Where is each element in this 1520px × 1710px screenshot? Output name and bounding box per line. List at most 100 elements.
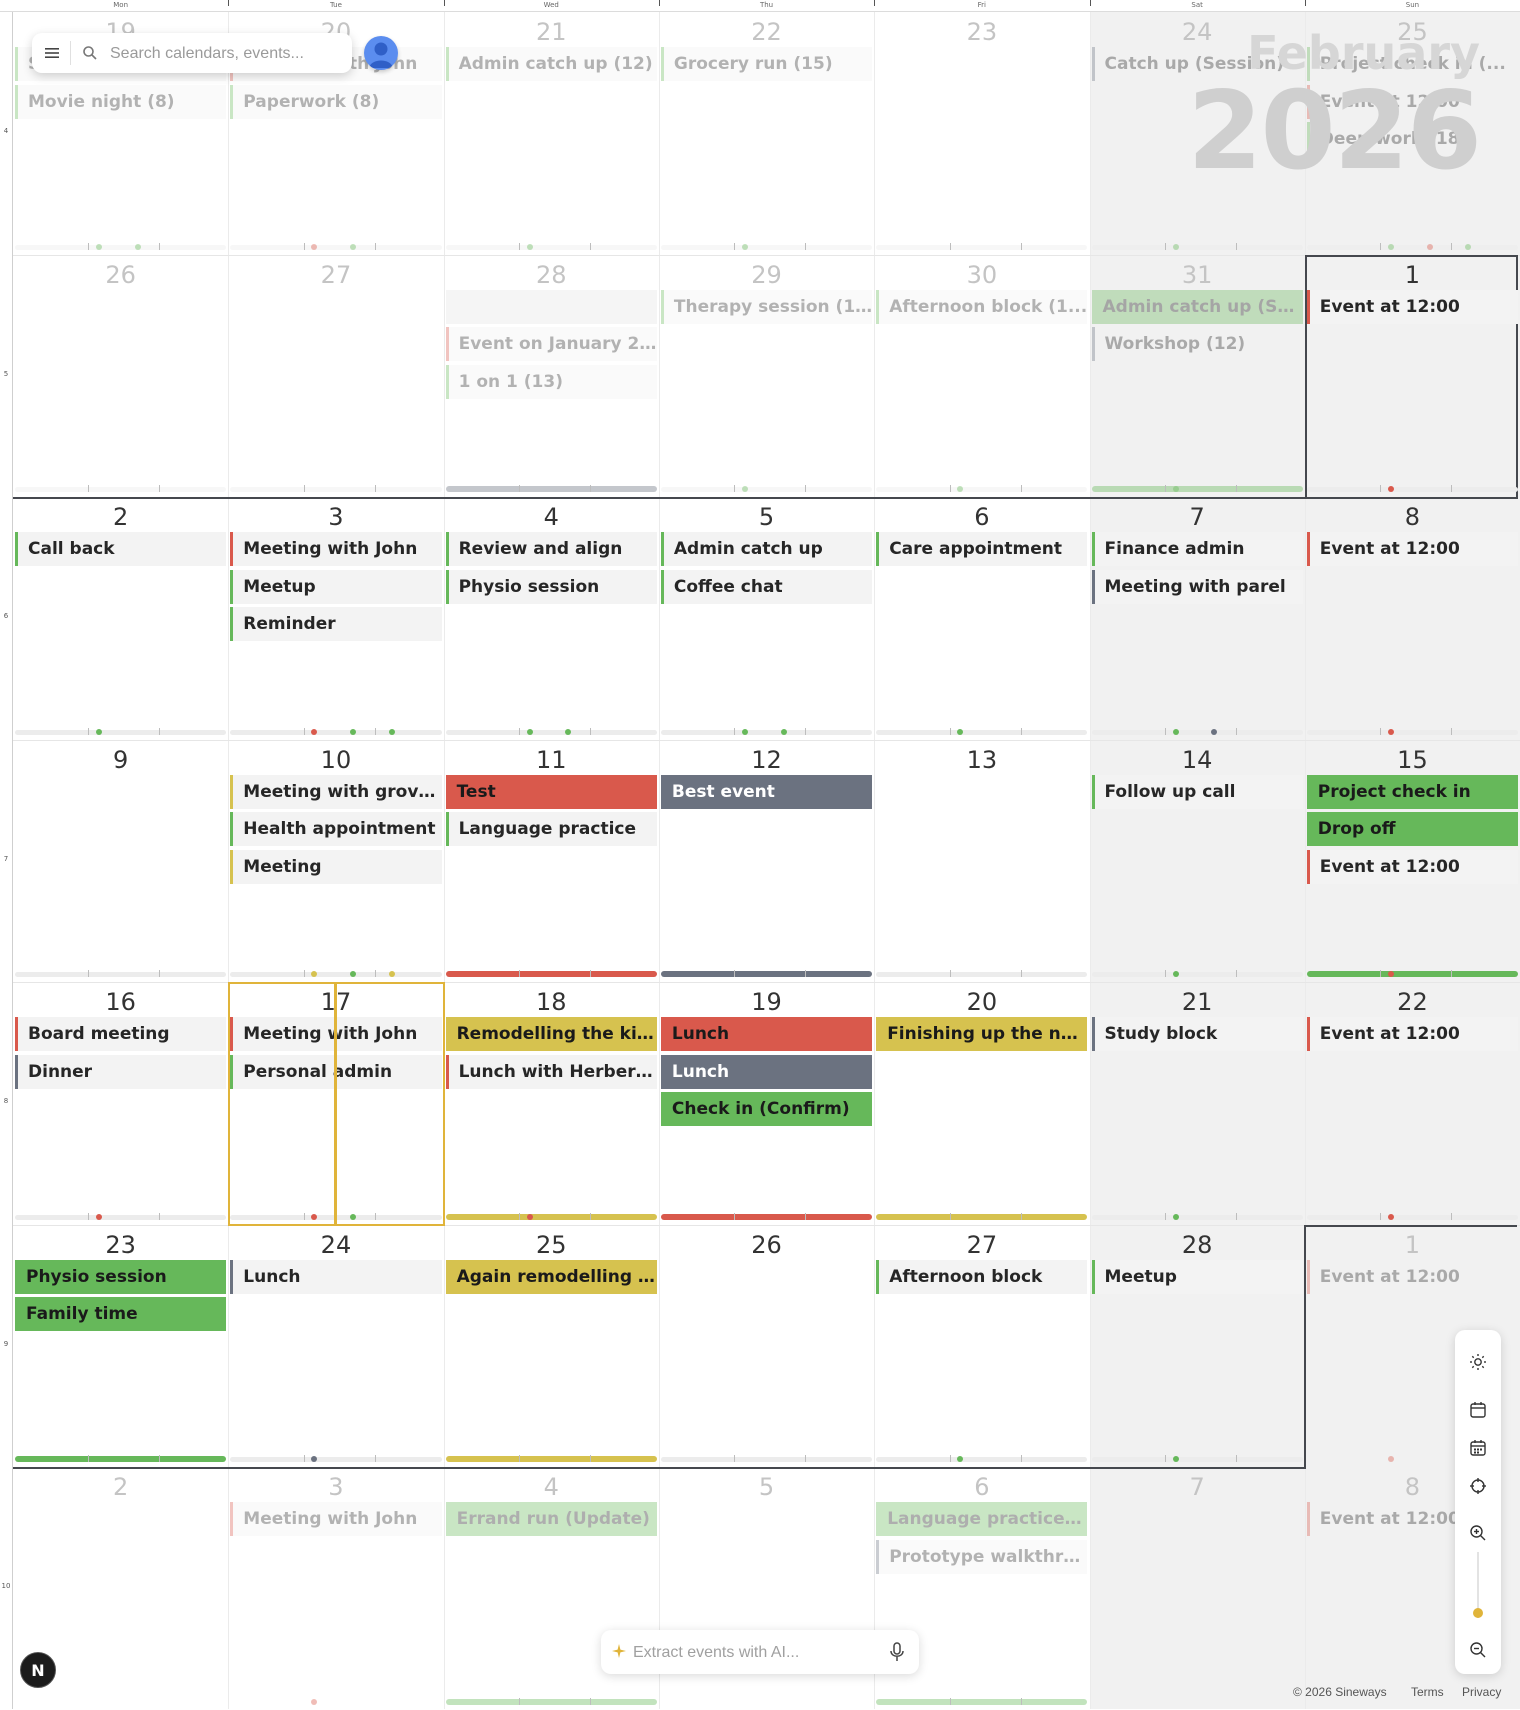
event-chip[interactable]: Lunch — [660, 1017, 873, 1051]
day-cell[interactable]: 4 Review and align Physio session — [444, 497, 659, 740]
day-cell[interactable]: 14 Follow up call — [1090, 740, 1305, 983]
calendar-grid-icon[interactable] — [1468, 1438, 1488, 1458]
day-cell[interactable]: 13 — [874, 740, 1089, 983]
zoom-out-icon[interactable] — [1468, 1640, 1488, 1660]
event-chip[interactable]: Afternoon block — [876, 1259, 1088, 1294]
day-cell[interactable]: 5 Admin catch up Coffee chat — [659, 497, 874, 740]
day-cell[interactable]: 21 Admin catch up (12) — [444, 12, 659, 255]
day-cell[interactable]: 10 Meeting with grove... Health appointmen… — [228, 740, 443, 983]
event-chip[interactable]: 1 on 1 (13) — [445, 364, 657, 399]
event-chip[interactable]: Meeting with John — [230, 532, 442, 566]
event-chip[interactable]: Admin catch up — [660, 532, 873, 566]
event-chip[interactable]: Admin catch up (12) — [445, 47, 657, 81]
day-cell[interactable]: 1 Event at 12:00 — [1305, 255, 1520, 498]
event-chip[interactable]: Check in (Confirm) — [660, 1092, 873, 1127]
search-input[interactable] — [108, 41, 344, 67]
day-cell[interactable]: 25 Again remodelling t... — [444, 1225, 659, 1468]
event-chip[interactable]: Call back — [15, 532, 227, 566]
day-cell[interactable]: 3 Meeting with John — [228, 1467, 443, 1710]
day-cell[interactable]: 11 Test Language practice — [444, 740, 659, 983]
day-cell[interactable]: 21 Study block — [1090, 982, 1305, 1225]
event-chip[interactable]: Event on January 2... — [445, 327, 657, 362]
day-cell[interactable]: 26 — [659, 1225, 874, 1468]
day-cell[interactable]: 19 Lunch Lunch Check in (Confirm) — [659, 982, 874, 1225]
day-cell[interactable]: 28 Meetup — [1090, 1225, 1305, 1468]
event-chip[interactable]: Admin catch up (Ses... — [1091, 289, 1303, 324]
event-chip[interactable]: Paperwork (8) — [230, 84, 442, 119]
event-chip[interactable]: Movie night (8) — [15, 84, 227, 119]
day-cell[interactable]: 27 Afternoon block — [874, 1225, 1089, 1468]
event-chip[interactable]: Lunch — [660, 1054, 873, 1089]
app-badge[interactable]: N — [20, 1652, 56, 1688]
menu-icon[interactable] — [44, 45, 60, 61]
day-cell[interactable]: 23 — [874, 12, 1089, 255]
event-chip[interactable] — [445, 289, 657, 324]
event-chip[interactable]: Finishing up the ne... — [876, 1017, 1088, 1051]
event-chip[interactable]: Study block — [1091, 1017, 1303, 1051]
event-chip[interactable]: Again remodelling t... — [445, 1259, 657, 1294]
event-chip[interactable]: Test — [445, 774, 657, 809]
event-chip[interactable]: Meeting with parel — [1091, 569, 1303, 604]
event-chip[interactable]: Meetup — [1091, 1259, 1303, 1294]
event-chip[interactable]: Family time — [15, 1297, 227, 1332]
event-chip[interactable]: Drop off — [1306, 812, 1519, 847]
zoom-in-icon[interactable] — [1468, 1523, 1488, 1543]
day-cell[interactable]: 7 — [1090, 1467, 1305, 1710]
event-chip[interactable]: Lunch — [230, 1259, 442, 1294]
event-chip[interactable]: Meeting — [230, 849, 442, 884]
day-cell[interactable]: 3 Meeting with John Meetup Reminder — [228, 497, 443, 740]
privacy-link[interactable]: Privacy — [1462, 1685, 1501, 1699]
event-chip[interactable]: Physio session — [445, 569, 657, 604]
event-chip[interactable]: Language practice — [445, 812, 657, 847]
event-chip[interactable]: Follow up call — [1091, 774, 1303, 809]
event-chip[interactable]: Errand run (Update) — [445, 1502, 657, 1536]
day-cell[interactable]: 6 Care appointment — [874, 497, 1089, 740]
event-chip[interactable]: Finance admin — [1091, 532, 1303, 566]
day-cell[interactable]: 16 Board meeting Dinner — [13, 982, 228, 1225]
day-cell[interactable]: 22 Event at 12:00 — [1305, 982, 1520, 1225]
event-chip[interactable]: Meeting with grove... — [230, 774, 442, 809]
day-cell[interactable]: 2 Call back — [13, 497, 228, 740]
event-chip[interactable]: Language practice (... — [876, 1502, 1088, 1536]
crosshair-icon[interactable] — [1468, 1476, 1488, 1496]
event-chip[interactable]: Meeting with John — [230, 1502, 442, 1536]
event-chip[interactable]: Event at 12:00 — [1306, 1259, 1519, 1294]
event-chip[interactable]: Project check in — [1306, 774, 1519, 809]
day-cell[interactable]: 31 Admin catch up (Ses... Workshop (12) — [1090, 255, 1305, 498]
event-chip[interactable]: Event at 12:00 — [1306, 532, 1519, 566]
day-cell[interactable]: 26 — [13, 255, 228, 498]
day-cell[interactable]: 24 Lunch — [228, 1225, 443, 1468]
event-chip[interactable]: Event at 12:00 — [1306, 289, 1519, 324]
event-chip[interactable]: Physio session — [15, 1259, 227, 1294]
day-cell[interactable]: 28 Event on January 2... 1 on 1 (13) — [444, 255, 659, 498]
terms-link[interactable]: Terms — [1411, 1685, 1444, 1699]
sun-icon[interactable] — [1468, 1352, 1488, 1372]
day-cell[interactable]: 9 — [13, 740, 228, 983]
microphone-icon[interactable] — [887, 1641, 907, 1667]
day-cell[interactable]: 7 Finance admin Meeting with parel — [1090, 497, 1305, 740]
event-chip[interactable]: Event at 12:00 — [1306, 849, 1519, 884]
day-cell[interactable]: 15 Project check in Drop off Event at 12:00 — [1305, 740, 1520, 983]
event-chip[interactable]: Dinner — [15, 1054, 227, 1089]
day-cell[interactable]: 18 Remodelling the kit... Lunch with Herbe… — [444, 982, 659, 1225]
day-cell[interactable]: 8 Event at 12:00 — [1305, 497, 1520, 740]
event-chip[interactable]: Prototype walkthro... — [876, 1539, 1088, 1574]
event-chip[interactable]: Best event — [660, 774, 873, 809]
event-chip[interactable]: Care appointment — [876, 532, 1088, 566]
calendar-icon[interactable] — [1468, 1400, 1488, 1420]
ai-extract-input[interactable] — [631, 1640, 875, 1666]
day-cell[interactable]: 20 Finishing up the ne... — [874, 982, 1089, 1225]
event-chip[interactable]: Afternoon block (1... — [876, 289, 1088, 324]
event-chip[interactable]: Review and align — [445, 532, 657, 566]
day-cell[interactable]: 30 Afternoon block (1... — [874, 255, 1089, 498]
day-cell[interactable]: 22 Grocery run (15) — [659, 12, 874, 255]
event-chip[interactable]: Lunch with Herbert... — [445, 1054, 657, 1089]
day-cell[interactable]: 12 Best event — [659, 740, 874, 983]
day-cell[interactable]: 29 Therapy session (1... — [659, 255, 874, 498]
event-chip[interactable]: Remodelling the kit... — [445, 1017, 657, 1051]
event-chip[interactable]: Meetup — [230, 569, 442, 604]
event-chip[interactable]: Reminder — [230, 607, 442, 642]
event-chip[interactable]: Workshop (12) — [1091, 327, 1303, 362]
event-chip[interactable]: Therapy session (1... — [660, 289, 873, 324]
day-cell[interactable]: 23 Physio session Family time — [13, 1225, 228, 1468]
